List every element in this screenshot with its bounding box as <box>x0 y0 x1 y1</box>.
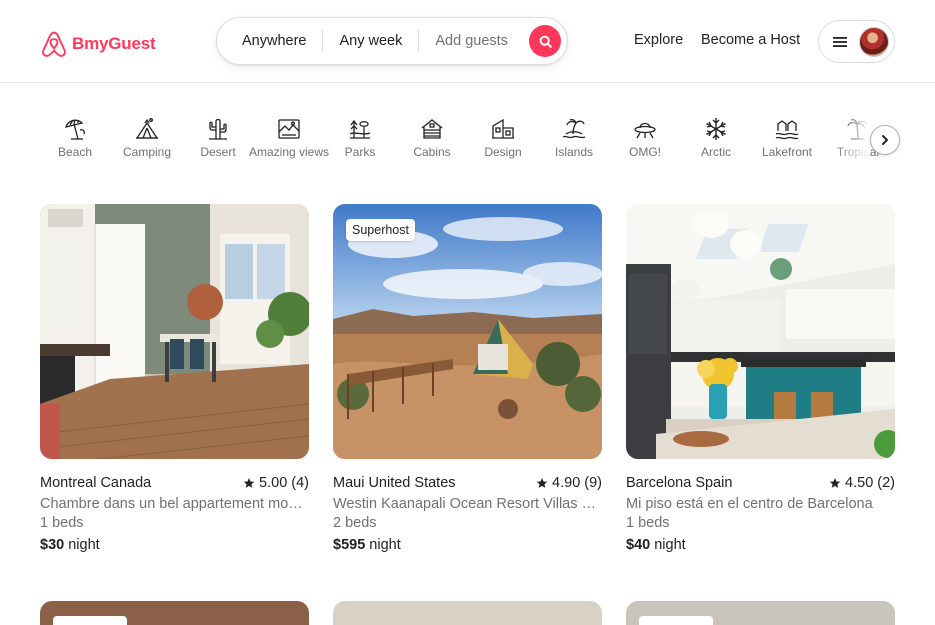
listing-description: Westin Kaanapali Ocean Resort Villas Nor… <box>333 496 602 512</box>
design-building-icon <box>492 118 514 139</box>
star-icon <box>829 478 841 488</box>
category-desert[interactable]: Desert <box>182 116 254 159</box>
listing-description: Mi piso está en el centro de Barcelona <box>626 496 873 512</box>
category-cabins[interactable]: Cabins <box>396 116 468 159</box>
listing-rating: 5.00 (4) <box>243 475 309 491</box>
listing-price-row: $40 night <box>626 537 895 553</box>
listing-rating-value: 4.50 <box>845 475 874 491</box>
category-camping[interactable]: Camping <box>111 116 183 159</box>
brand-logo-icon <box>42 31 66 57</box>
lakefront-icon <box>775 120 799 140</box>
cactus-icon <box>209 118 227 140</box>
listing-photo-image <box>40 204 309 459</box>
snowflake-icon <box>706 118 726 140</box>
listing-location: Barcelona Spain <box>626 475 733 491</box>
search-icon <box>539 35 552 48</box>
island-icon <box>562 118 586 139</box>
chevron-right-icon <box>882 135 888 145</box>
top-header: BmyGuest Anywhere Any week Add guests Ex… <box>0 0 935 83</box>
listing-beds: 1 beds <box>40 515 84 531</box>
listing-rating: 4.50 (2) <box>829 475 895 491</box>
listing-location: Maui United States <box>333 475 456 491</box>
listing-location: Montreal Canada <box>40 475 152 491</box>
listing-photo-image <box>333 204 602 459</box>
listing-price: $30 <box>40 537 65 553</box>
listing-price: $40 <box>626 537 651 553</box>
beach-umbrella-icon <box>65 119 85 140</box>
brand-name: BmyGuest <box>72 34 156 53</box>
category-label: OMG! <box>629 145 661 159</box>
superhost-badge <box>53 616 127 625</box>
listing-rating-value: 4.90 <box>552 475 581 491</box>
park-trees-icon <box>349 119 371 139</box>
listing-price-unit: night <box>68 537 100 553</box>
category-bar: Beach Camping Desert Amazing views Parks <box>0 84 935 184</box>
category-label: Camping <box>122 145 172 159</box>
category-fade <box>834 104 870 164</box>
listing-review-count: (2) <box>877 475 895 491</box>
listing-card-partial[interactable] <box>626 601 895 625</box>
listing-price-row: $30 night <box>40 537 309 553</box>
ufo-icon <box>634 122 656 139</box>
category-label: Parks <box>344 145 376 159</box>
category-amazing-views[interactable]: Amazing views <box>249 116 329 159</box>
search-bar[interactable]: Anywhere Any week Add guests <box>216 17 568 65</box>
landscape-view-icon <box>278 119 300 139</box>
listing-photo[interactable] <box>626 204 895 459</box>
brand-logo[interactable]: BmyGuest <box>40 29 156 59</box>
listing-price-unit: night <box>369 537 401 553</box>
cabin-icon <box>421 119 443 139</box>
listing-card[interactable]: Montreal Canada 5.00 (4) Chambre dans un… <box>40 204 309 553</box>
listing-card-partial[interactable] <box>333 601 602 625</box>
superhost-badge <box>639 616 713 625</box>
category-label: Design <box>484 145 522 159</box>
category-arctic[interactable]: Arctic <box>680 116 752 159</box>
listing-price: $595 <box>333 537 366 553</box>
listing-card[interactable]: Superhost Maui United States 4.90 (9) We… <box>333 204 602 553</box>
listing-photo[interactable]: Superhost <box>333 204 602 459</box>
category-design[interactable]: Design <box>467 116 539 159</box>
tent-icon <box>135 118 159 139</box>
listing-rating-value: 5.00 <box>259 475 288 491</box>
search-add-guests[interactable]: Add guests <box>419 33 524 49</box>
listing-rating: 4.90 (9) <box>536 475 602 491</box>
category-label: Lakefront <box>761 145 813 159</box>
category-label: Desert <box>200 145 236 159</box>
category-parks[interactable]: Parks <box>324 116 396 159</box>
category-label: Beach <box>57 145 93 159</box>
listing-price-row: $595 night <box>333 537 602 553</box>
search-any-week[interactable]: Any week <box>323 33 418 49</box>
nav-explore-link[interactable]: Explore <box>634 32 683 48</box>
category-label: Arctic <box>701 145 731 159</box>
listing-beds: 1 beds <box>626 515 670 531</box>
nav-become-host-link[interactable]: Become a Host <box>701 32 800 48</box>
user-menu-button[interactable] <box>818 20 895 63</box>
category-label: Islands <box>554 145 594 159</box>
hamburger-icon <box>833 36 847 47</box>
listing-description: Chambre dans un bel appartement moderne <box>40 496 309 512</box>
listing-photo[interactable] <box>40 204 309 459</box>
listing-review-count: (9) <box>584 475 602 491</box>
listing-beds: 2 beds <box>333 515 377 531</box>
listing-review-count: (4) <box>291 475 309 491</box>
listing-card-partial[interactable] <box>40 601 309 625</box>
category-label: Amazing views <box>248 145 330 159</box>
category-next-button[interactable] <box>870 125 900 155</box>
category-beach[interactable]: Beach <box>39 116 111 159</box>
category-omg[interactable]: OMG! <box>609 116 681 159</box>
category-lakefront[interactable]: Lakefront <box>751 116 823 159</box>
listing-card[interactable]: Barcelona Spain 4.50 (2) Mi piso está en… <box>626 204 895 553</box>
search-anywhere[interactable]: Anywhere <box>217 33 322 49</box>
star-icon <box>536 478 548 488</box>
category-label: Cabins <box>413 145 451 159</box>
listing-photo-image <box>626 204 895 459</box>
superhost-badge: Superhost <box>346 219 415 241</box>
search-button[interactable] <box>529 25 561 57</box>
category-islands[interactable]: Islands <box>538 116 610 159</box>
listing-price-unit: night <box>654 537 686 553</box>
user-avatar <box>859 26 889 57</box>
star-icon <box>243 478 255 488</box>
